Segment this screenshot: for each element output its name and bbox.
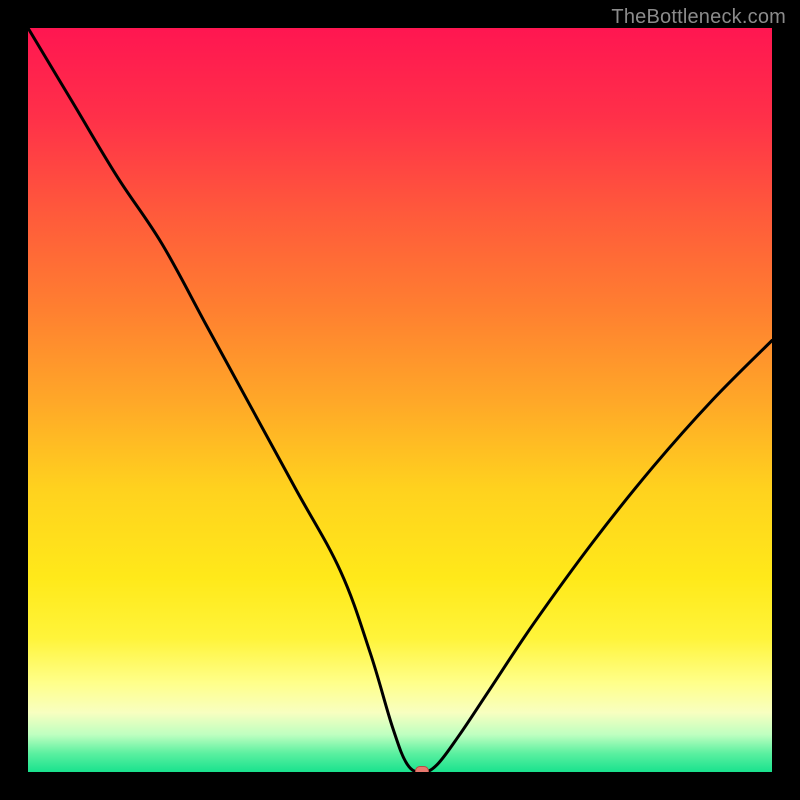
watermark-text: TheBottleneck.com bbox=[611, 6, 786, 29]
bottleneck-curve bbox=[28, 28, 772, 772]
optimum-marker bbox=[415, 766, 429, 772]
chart-frame: TheBottleneck.com bbox=[0, 0, 800, 800]
plot-area bbox=[28, 28, 772, 772]
